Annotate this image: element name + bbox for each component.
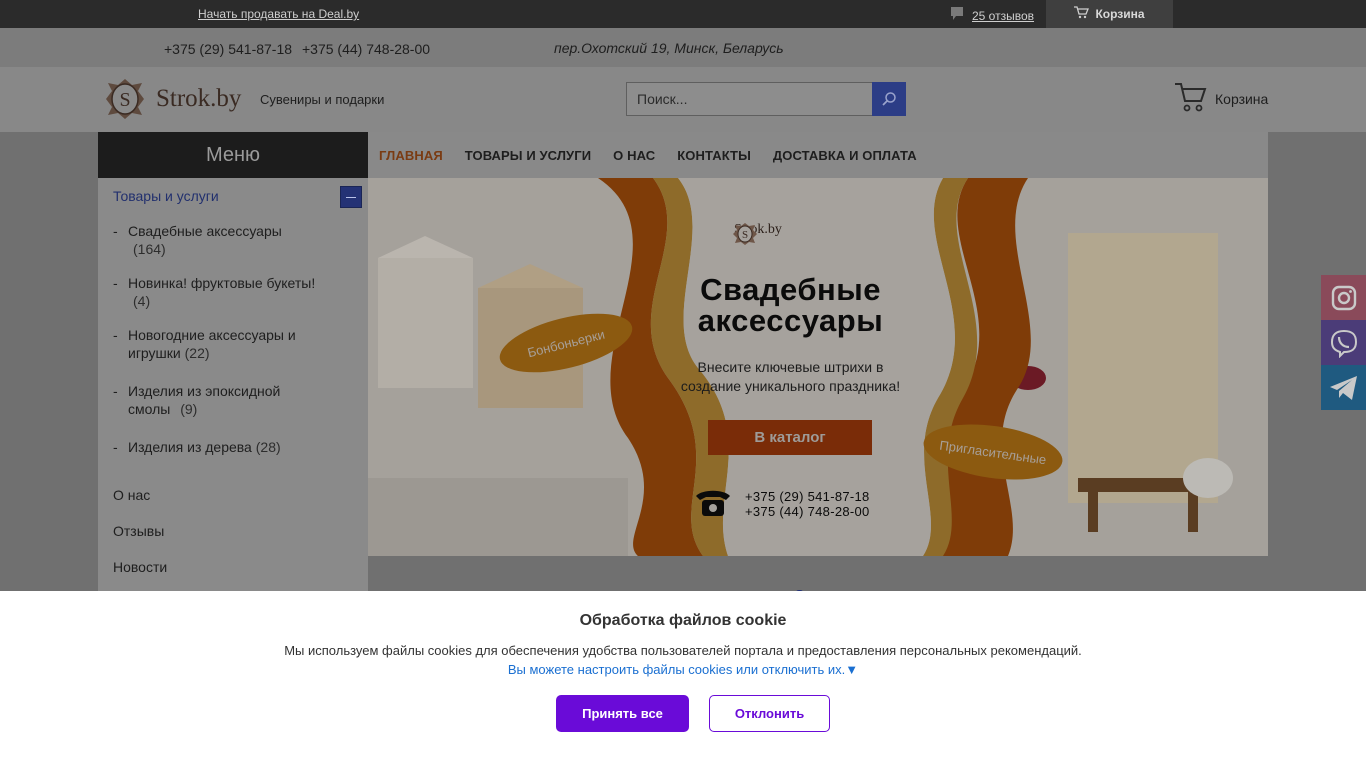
sidebar-item-about[interactable]: О нас bbox=[113, 487, 150, 503]
minus-icon bbox=[346, 196, 356, 198]
banner-crest-icon: S bbox=[733, 223, 757, 245]
banner-logo: S Strok.by bbox=[730, 222, 782, 245]
telegram-icon bbox=[1329, 375, 1357, 400]
subitem-count: (28) bbox=[255, 439, 281, 455]
site-logo[interactable]: S Strok.by bbox=[98, 77, 241, 121]
main-nav: ГЛАВНАЯ ТОВАРЫ И УСЛУГИ О НАС КОНТАКТЫ Д… bbox=[368, 132, 1268, 178]
catalog-button[interactable]: В каталог bbox=[708, 420, 872, 455]
comment-icon bbox=[950, 6, 964, 25]
top-cart-label: Корзина bbox=[1095, 7, 1145, 21]
contacts-strip: +375 (29) 541-87-18 +375 (44) 748-28-00 … bbox=[0, 28, 1366, 67]
telegram-button[interactable] bbox=[1321, 365, 1366, 410]
subitem-count: (22) bbox=[184, 345, 210, 361]
instagram-icon bbox=[1331, 285, 1356, 310]
subitem-count: (4) bbox=[133, 293, 151, 309]
cookie-consent-banner: Обработка файлов cookie Мы используем фа… bbox=[0, 591, 1366, 768]
search-icon bbox=[882, 92, 896, 106]
cookie-title: Обработка файлов cookie bbox=[579, 612, 787, 629]
sidebar-subitem[interactable]: - Изделия из эпоксидной смолы (9) bbox=[113, 382, 308, 418]
header-cart[interactable]: Корзина bbox=[1174, 81, 1268, 113]
cookie-settings-link[interactable]: Вы можете настроить файлы cookies или от… bbox=[0, 662, 1366, 677]
site-header: S Strok.by Сувениры и подарки Корзина bbox=[0, 67, 1366, 132]
nav-delivery[interactable]: ДОСТАВКА И ОПЛАТА bbox=[773, 148, 917, 163]
subitem-label: Новогодние аксессуары и игрушки bbox=[128, 327, 296, 361]
start-selling-link[interactable]: Начать продавать на Deal.by bbox=[198, 7, 359, 21]
subitem-count: (164) bbox=[133, 241, 166, 257]
sidebar-category-products[interactable]: Товары и услуги bbox=[113, 188, 219, 204]
nav-home[interactable]: ГЛАВНАЯ bbox=[379, 148, 443, 163]
phone-1[interactable]: +375 (29) 541-87-18 bbox=[164, 41, 292, 57]
sidebar-subitem[interactable]: - Свадебные аксессуары (164) bbox=[113, 222, 323, 258]
svg-text:S: S bbox=[119, 89, 130, 111]
subitem-label: Новинка! фруктовые букеты! bbox=[128, 275, 316, 291]
sidebar-subitem[interactable]: - Новинка! фруктовые букеты! (4) bbox=[113, 274, 323, 310]
sidebar-subitem[interactable]: - Новогодние аксессуары и игрушки (22) bbox=[113, 326, 313, 362]
cart-icon bbox=[1175, 83, 1207, 112]
subitem-count: (9) bbox=[180, 401, 198, 417]
phone-2[interactable]: +375 (44) 748-28-00 bbox=[302, 41, 430, 57]
top-cart-button[interactable]: Корзина bbox=[1046, 0, 1173, 28]
sidebar-title: Меню bbox=[98, 132, 368, 178]
sidebar-item-news[interactable]: Новости bbox=[113, 559, 167, 575]
viber-icon bbox=[1330, 329, 1357, 358]
cart-icon bbox=[1074, 6, 1090, 22]
svg-text:S: S bbox=[742, 229, 748, 241]
instagram-button[interactable] bbox=[1321, 275, 1366, 320]
banner-subtitle: Внесите ключевые штрихи в создание уника… bbox=[680, 359, 901, 394]
nav-products[interactable]: ТОВАРЫ И УСЛУГИ bbox=[465, 148, 591, 163]
sidebar-subitem[interactable]: - Изделия из дерева (28) bbox=[113, 438, 323, 456]
cookie-text: Мы используем файлы cookies для обеспече… bbox=[284, 643, 1082, 658]
banner-title: Свадебные аксессуары bbox=[697, 272, 884, 338]
subitem-label: Изделия из дерева bbox=[128, 439, 252, 455]
top-bar: Начать продавать на Deal.by 25 отзывов К… bbox=[0, 0, 1366, 28]
sidebar-item-reviews[interactable]: Отзывы bbox=[113, 523, 164, 539]
search-box bbox=[626, 82, 906, 116]
address: пер.Охотский 19, Минск, Беларусь bbox=[554, 40, 784, 56]
reviews-link[interactable]: 25 отзывов bbox=[972, 9, 1034, 23]
header-cart-label: Корзина bbox=[1215, 91, 1269, 107]
accept-all-button[interactable]: Принять все bbox=[556, 695, 689, 732]
sidebar-menu: Меню Товары и услуги - Свадебные аксессу… bbox=[98, 132, 368, 592]
subitem-label: Изделия из эпоксидной смолы bbox=[128, 383, 281, 417]
logo-crest-icon: S bbox=[106, 79, 144, 119]
promo-banner[interactable]: S Strok.by Свадебные аксессуары Внесите … bbox=[368, 178, 1268, 556]
search-input[interactable] bbox=[626, 82, 873, 116]
decline-button[interactable]: Отклонить bbox=[709, 695, 830, 732]
search-button[interactable] bbox=[872, 82, 906, 116]
nav-contacts[interactable]: КОНТАКТЫ bbox=[677, 148, 751, 163]
site-tagline: Сувениры и подарки bbox=[260, 92, 385, 107]
banner-phones: +375 (29) 541-87-18 +375 (44) 748-28-00 bbox=[745, 489, 870, 519]
logo-text: Strok.by bbox=[156, 85, 242, 112]
subitem-label: Свадебные аксессуары bbox=[128, 223, 282, 239]
nav-about[interactable]: О НАС bbox=[613, 148, 655, 163]
viber-button[interactable] bbox=[1321, 320, 1366, 365]
reviews-block[interactable]: 25 отзывов bbox=[950, 6, 1034, 25]
collapse-button[interactable] bbox=[340, 186, 362, 208]
